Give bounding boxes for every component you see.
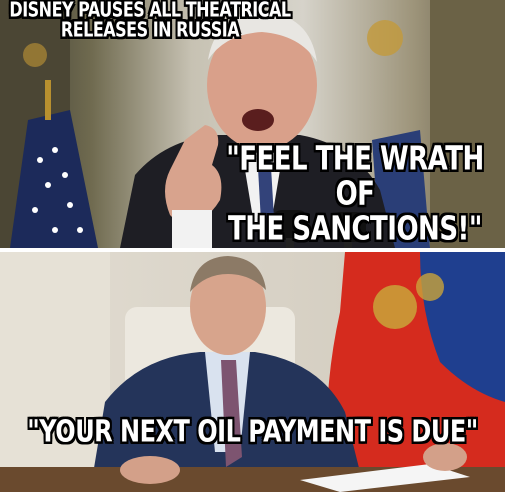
meme-image: DISNEY PAUSES ALL THEATRICAL RELEASES IN…: [0, 0, 505, 492]
bottom-panel-illustration: [0, 252, 505, 492]
headline-caption: DISNEY PAUSES ALL THEATRICAL RELEASES IN…: [9, 0, 291, 42]
wall-panel-left: [0, 252, 110, 492]
bottom-quote-caption: "YOUR NEXT OIL PAYMENT IS DUE": [27, 413, 478, 449]
bottom-panel: [0, 252, 505, 492]
open-mouth: [242, 109, 274, 131]
left-hand: [120, 456, 180, 484]
sconce-decoration: [23, 43, 47, 67]
top-quote-caption: "FEEL THE WRATH OF THE SANCTIONS!": [226, 140, 484, 249]
shirt-cuff: [172, 210, 212, 248]
chandelier-decoration: [367, 20, 403, 56]
